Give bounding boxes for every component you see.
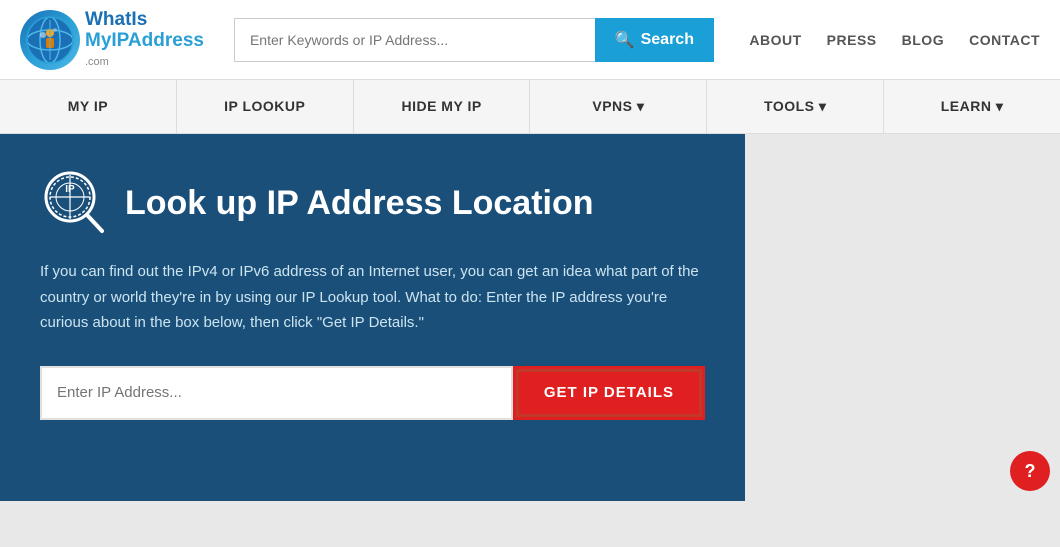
content-description: If you can find out the IPv4 or IPv6 add… (40, 259, 705, 336)
press-link[interactable]: PRESS (827, 32, 877, 48)
search-button-label: Search (641, 31, 694, 49)
logo-globe-icon (20, 10, 80, 70)
title-area: IP Look up IP Address Location (40, 169, 705, 239)
nav-my-ip[interactable]: MY IP (0, 80, 177, 133)
search-button[interactable]: 🔍 Search (595, 18, 714, 62)
nav-learn[interactable]: LEARN ▾ (884, 80, 1060, 133)
ip-input-area: GET IP DETAILS (40, 366, 705, 420)
logo-text: WhatIs MyIPAddress .com (85, 10, 204, 69)
nav-tools[interactable]: TOOLS ▾ (707, 80, 884, 133)
help-icon[interactable]: ? (1010, 451, 1050, 491)
about-link[interactable]: ABOUT (749, 32, 801, 48)
search-icon: 🔍 (615, 30, 635, 50)
header: WhatIs MyIPAddress .com 🔍 Search ABOUT P… (0, 0, 1060, 80)
blog-link[interactable]: BLOG (902, 32, 944, 48)
logo-com: .com (85, 56, 109, 68)
search-input[interactable] (234, 18, 595, 62)
nav-vpns[interactable]: VPNS ▾ (530, 80, 707, 133)
get-ip-details-wrapper: GET IP DETAILS (513, 366, 705, 420)
logo[interactable]: WhatIs MyIPAddress .com (20, 10, 204, 70)
nav-ip-lookup[interactable]: IP LOOKUP (177, 80, 354, 133)
nav-hide-my-ip[interactable]: HIDE MY IP (354, 80, 531, 133)
get-ip-details-button[interactable]: GET IP DETAILS (516, 369, 702, 417)
search-area: 🔍 Search (234, 18, 714, 62)
main-content: IP Look up IP Address Location If you ca… (0, 134, 1060, 501)
contact-link[interactable]: CONTACT (969, 32, 1040, 48)
page-title: Look up IP Address Location (125, 185, 594, 222)
ip-address-input[interactable] (40, 366, 513, 420)
right-panel: ? (745, 134, 1060, 501)
header-nav: ABOUT PRESS BLOG CONTACT (749, 32, 1040, 48)
ip-magnify-icon: IP (40, 169, 110, 239)
main-navbar: MY IP IP LOOKUP HIDE MY IP VPNS ▾ TOOLS … (0, 80, 1060, 134)
content-panel: IP Look up IP Address Location If you ca… (0, 134, 745, 501)
